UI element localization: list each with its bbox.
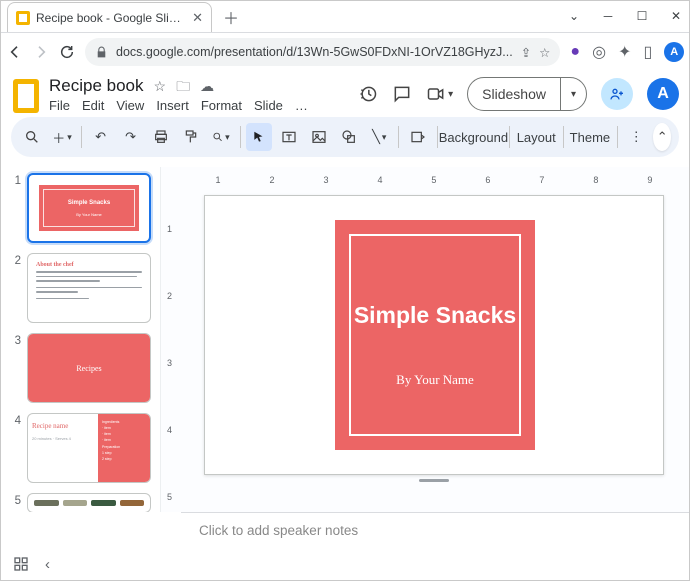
- slides-favicon-icon: [16, 11, 30, 25]
- menu-format[interactable]: Format: [201, 98, 242, 113]
- thumb3-title: Recipes: [76, 364, 101, 373]
- thumb4-prep: Preparation: [102, 445, 146, 449]
- print-button[interactable]: [148, 123, 174, 151]
- thumb4-sub: 20 minutes · Serves 4: [32, 436, 94, 441]
- slideshow-label: Slideshow: [468, 78, 560, 110]
- extension-camera-icon[interactable]: ◎: [592, 42, 606, 62]
- undo-button[interactable]: ↶: [88, 123, 114, 151]
- thumb4-ing: Ingredients: [102, 420, 146, 424]
- toolbar: ＋▾ ↶ ↷ ▾ ╲▾ Background Layout Theme ⋮ ⌃: [11, 117, 679, 157]
- menu-view[interactable]: View: [116, 98, 144, 113]
- comments-icon[interactable]: [392, 84, 412, 104]
- star-icon[interactable]: ☆: [154, 76, 167, 96]
- back-button[interactable]: [7, 43, 23, 61]
- url-text: docs.google.com/presentation/d/13Wn-5GwS…: [116, 45, 513, 59]
- share-button[interactable]: [601, 78, 633, 110]
- slide-thumb-3[interactable]: Recipes: [27, 333, 151, 403]
- forward-button[interactable]: [33, 43, 49, 61]
- chevron-down-icon[interactable]: ⌄: [567, 9, 581, 23]
- line-tool[interactable]: ╲▾: [366, 123, 392, 151]
- textbox-tool[interactable]: [276, 123, 302, 151]
- vertical-ruler[interactable]: 12345: [161, 185, 179, 512]
- slide-cover-box[interactable]: Simple Snacks By Your Name: [335, 220, 535, 450]
- bookmark-icon[interactable]: ☆: [539, 45, 550, 60]
- maximize-icon[interactable]: ☐: [635, 9, 649, 23]
- select-tool[interactable]: [246, 123, 272, 151]
- canvas-area: 123456789 12345 Simple Snacks By Your Na…: [161, 167, 689, 512]
- cloud-status-icon[interactable]: ☁: [200, 76, 214, 96]
- share-url-icon[interactable]: ⇪: [521, 45, 531, 60]
- reload-button[interactable]: [59, 43, 75, 61]
- thumb-index: 5: [9, 493, 21, 512]
- cover-frame: [349, 234, 521, 436]
- thumb-index: 2: [9, 253, 21, 323]
- explore-icon[interactable]: ‹: [45, 556, 50, 573]
- speaker-notes[interactable]: Click to add speaker notes: [181, 512, 689, 548]
- footer-bar: ‹: [1, 548, 689, 580]
- menu-more[interactable]: …: [295, 98, 308, 113]
- thumb4-title: Recipe name: [32, 422, 94, 430]
- extensions-icon[interactable]: ✦: [618, 42, 631, 62]
- search-menus-button[interactable]: [19, 123, 45, 151]
- menu-bar: File Edit View Insert Format Slide …: [49, 98, 308, 113]
- menu-file[interactable]: File: [49, 98, 70, 113]
- sidepanel-icon[interactable]: ▯: [643, 42, 652, 62]
- toolbar-more-icon[interactable]: ⋮: [623, 123, 649, 151]
- grid-view-icon[interactable]: [13, 556, 29, 572]
- lock-icon: [95, 46, 108, 59]
- thumb-index: 3: [9, 333, 21, 403]
- slide-viewport[interactable]: Simple Snacks By Your Name: [179, 185, 689, 512]
- document-title[interactable]: Recipe book: [49, 76, 144, 96]
- new-tab-button[interactable]: ＋: [218, 4, 244, 30]
- slide-thumb-1[interactable]: Simple Snacks By Your Name: [27, 173, 151, 243]
- extension-play-icon[interactable]: ●: [570, 43, 580, 61]
- thumb2-title: About the chef: [36, 262, 142, 268]
- layout-button[interactable]: Layout: [516, 123, 557, 151]
- menu-edit[interactable]: Edit: [82, 98, 104, 113]
- slide-title[interactable]: Simple Snacks: [335, 302, 535, 329]
- browser-tab[interactable]: Recipe book - Google Slides ✕: [7, 2, 212, 32]
- shape-tool[interactable]: [336, 123, 362, 151]
- slide-thumb-5[interactable]: [27, 493, 151, 512]
- page-indicator: [419, 479, 449, 482]
- account-avatar[interactable]: A: [647, 78, 679, 110]
- transition-button[interactable]: [405, 123, 431, 151]
- thumb-index: 1: [9, 173, 21, 243]
- menu-insert[interactable]: Insert: [156, 98, 189, 113]
- speaker-notes-placeholder: Click to add speaker notes: [199, 523, 358, 538]
- horizontal-ruler[interactable]: 123456789: [179, 167, 689, 185]
- slide-canvas[interactable]: Simple Snacks By Your Name: [204, 195, 664, 475]
- tab-title: Recipe book - Google Slides: [36, 11, 186, 25]
- paint-format-button[interactable]: [178, 123, 204, 151]
- hide-menus-button[interactable]: ⌃: [653, 123, 671, 151]
- image-tool[interactable]: [306, 123, 332, 151]
- menu-slide[interactable]: Slide: [254, 98, 283, 113]
- slide-filmstrip[interactable]: 1 Simple Snacks By Your Name 2 About the…: [1, 167, 161, 512]
- thumb-index: 4: [9, 413, 21, 483]
- workspace: 1 Simple Snacks By Your Name 2 About the…: [1, 167, 689, 512]
- zoom-button[interactable]: ▾: [208, 123, 234, 151]
- close-tab-icon[interactable]: ✕: [192, 10, 203, 26]
- app-header: Recipe book ☆ 🗀 ☁ File Edit View Insert …: [1, 71, 689, 113]
- slides-logo-icon[interactable]: [13, 79, 39, 113]
- minimize-icon[interactable]: －: [601, 8, 615, 25]
- slide-byline[interactable]: By Your Name: [335, 372, 535, 388]
- address-bar[interactable]: docs.google.com/presentation/d/13Wn-5GwS…: [85, 38, 560, 66]
- background-button[interactable]: Background: [444, 123, 504, 151]
- browser-titlebar: Recipe book - Google Slides ✕ ＋ ⌄ － ☐ ✕: [1, 1, 689, 33]
- slideshow-button[interactable]: Slideshow ▾: [467, 77, 587, 111]
- history-icon[interactable]: [358, 84, 378, 104]
- browser-toolbar: docs.google.com/presentation/d/13Wn-5GwS…: [1, 33, 689, 71]
- theme-button[interactable]: Theme: [569, 123, 611, 151]
- browser-profile-avatar[interactable]: A: [664, 42, 684, 62]
- slide-thumb-2[interactable]: About the chef: [27, 253, 151, 323]
- meet-icon[interactable]: ▾: [426, 84, 453, 104]
- slide-thumb-4[interactable]: Recipe name 20 minutes · Serves 4 Ingred…: [27, 413, 151, 483]
- redo-button[interactable]: ↷: [118, 123, 144, 151]
- close-window-icon[interactable]: ✕: [669, 9, 683, 23]
- slideshow-dropdown[interactable]: ▾: [560, 78, 586, 110]
- new-slide-button[interactable]: ＋▾: [49, 123, 75, 151]
- move-icon[interactable]: 🗀: [176, 76, 190, 96]
